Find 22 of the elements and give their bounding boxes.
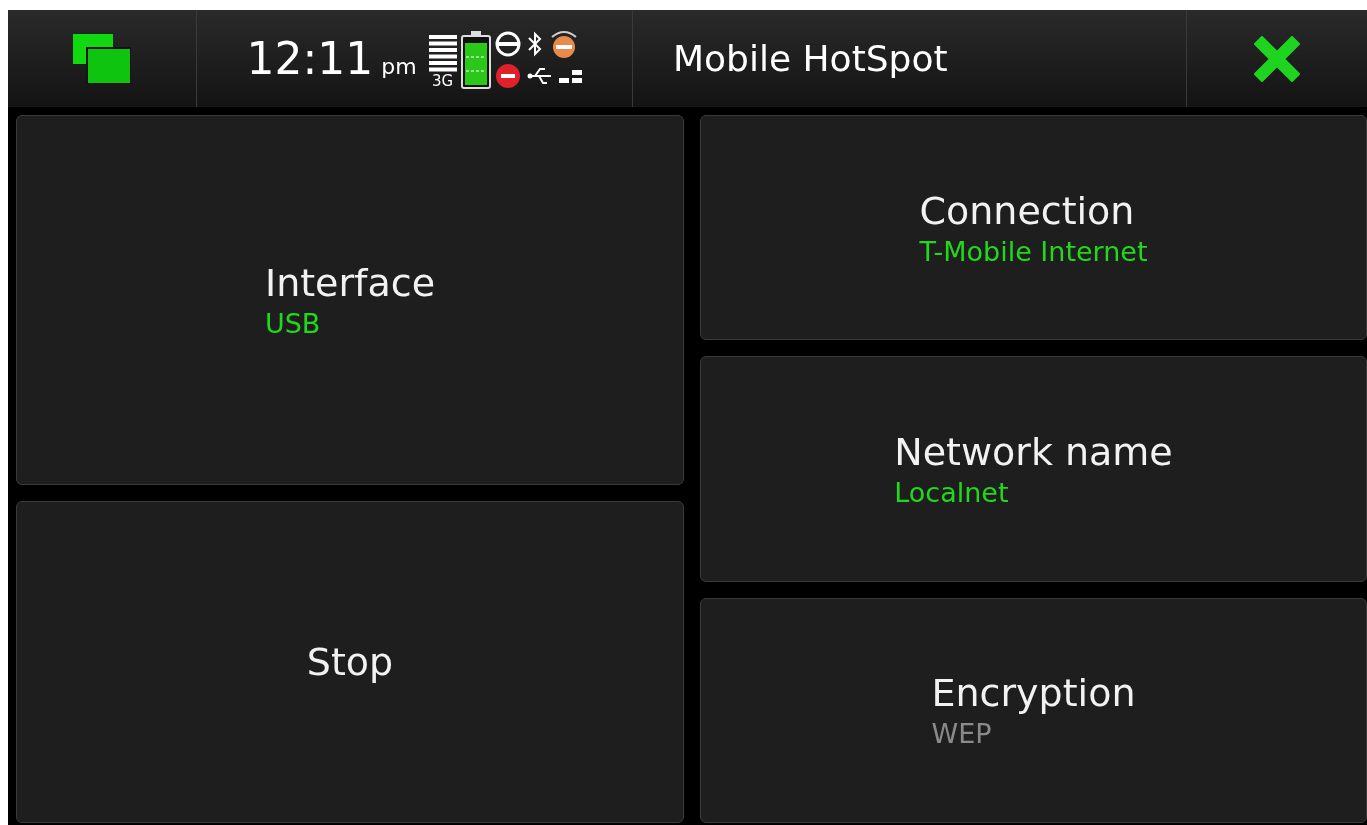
setting-value: WEP bbox=[931, 717, 992, 752]
close-icon[interactable] bbox=[1254, 35, 1300, 82]
window-title: Mobile HotSpot bbox=[673, 36, 948, 81]
setting-value: T-Mobile Internet bbox=[919, 234, 1148, 269]
network-type: 3G bbox=[432, 72, 454, 89]
bluetooth-icon bbox=[526, 30, 543, 57]
setting-label: Interface bbox=[264, 260, 436, 308]
setting-label: Network name bbox=[894, 429, 1173, 476]
setting-tile[interactable]: Network name Localnet bbox=[700, 356, 1367, 582]
battery-icon bbox=[460, 30, 491, 89]
stop-button[interactable]: Stop bbox=[16, 501, 684, 823]
clock-meridiem: pm bbox=[381, 52, 417, 81]
task-switcher-icon[interactable] bbox=[73, 33, 131, 84]
clock-time: 12:11 bbox=[246, 31, 374, 86]
blocked-icon bbox=[494, 62, 521, 89]
setting-value: Localnet bbox=[894, 476, 1009, 510]
setting-label: Connection bbox=[919, 187, 1135, 235]
signal-bars-icon bbox=[428, 34, 457, 73]
setting-tile[interactable]: Interface USB bbox=[16, 115, 684, 486]
setting-tile[interactable]: Connection T-Mobile Internet bbox=[700, 115, 1367, 341]
setting-label: Encryption bbox=[931, 670, 1136, 718]
setting-value: USB bbox=[264, 307, 321, 342]
